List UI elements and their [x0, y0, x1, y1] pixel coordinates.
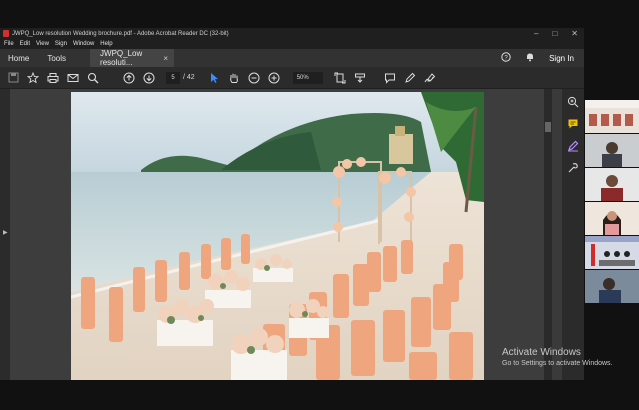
more-tools-icon[interactable]: [566, 161, 580, 175]
scrollbar-thumb[interactable]: [545, 122, 551, 132]
close-window-button[interactable]: ✕: [571, 29, 578, 38]
menu-bar: File Edit View Sign Window Help: [0, 39, 584, 49]
menu-sign[interactable]: Sign: [55, 41, 67, 47]
participant-video-tile[interactable]: [585, 100, 639, 133]
document-tab-label: JWPQ_Low resoluti...: [100, 49, 143, 67]
help-icon[interactable]: ?: [501, 52, 511, 64]
minimize-button[interactable]: –: [534, 29, 538, 38]
document-workarea: ▶: [0, 89, 584, 380]
right-tools-panel: [562, 89, 584, 380]
participant-video-tile[interactable]: [585, 270, 639, 303]
toolbar: 5 / 42 50%: [0, 67, 584, 89]
participant-video-tile[interactable]: [585, 202, 639, 235]
tab-document[interactable]: JWPQ_Low resoluti... ×: [90, 49, 175, 67]
comment-icon[interactable]: [566, 117, 580, 131]
wedding-beach-photo: [71, 92, 484, 380]
notifications-bell-icon[interactable]: [525, 52, 535, 64]
email-icon[interactable]: [66, 71, 80, 85]
window-controls: – □ ✕: [534, 28, 578, 39]
menu-edit[interactable]: Edit: [20, 41, 30, 47]
tab-tools[interactable]: Tools: [47, 54, 66, 63]
save-icon[interactable]: [6, 71, 20, 85]
activate-windows-subtitle: Go to Settings to activate Windows.: [502, 360, 613, 367]
search-icon[interactable]: [86, 71, 100, 85]
menu-help[interactable]: Help: [100, 41, 112, 47]
maximize-button[interactable]: □: [552, 29, 557, 38]
account-area: ? Sign In: [501, 49, 574, 67]
page-total: / 42: [183, 74, 195, 81]
vertical-scrollbar[interactable]: [544, 89, 552, 380]
fill-sign-icon[interactable]: [566, 139, 580, 153]
zoom-out-icon[interactable]: [247, 71, 261, 85]
menu-view[interactable]: View: [36, 41, 49, 47]
zoom-select[interactable]: 50%: [292, 71, 323, 84]
title-bar: JWPQ_Low resolution Wedding brochure.pdf…: [0, 28, 584, 39]
document-viewport[interactable]: [10, 89, 552, 380]
tab-home[interactable]: Home: [8, 54, 29, 63]
next-page-icon[interactable]: [142, 71, 156, 85]
screen: JWPQ_Low resolution Wedding brochure.pdf…: [0, 0, 639, 410]
pdf-app-icon: [3, 30, 9, 37]
comment-tool-icon[interactable]: [383, 71, 397, 85]
zoom-icon[interactable]: [566, 95, 580, 109]
tabs-bar: Home Tools JWPQ_Low resoluti... × ? Sign…: [0, 49, 584, 67]
hand-tool-icon[interactable]: [227, 71, 241, 85]
zoom-in-icon[interactable]: [267, 71, 281, 85]
video-participants-strip: [585, 100, 639, 304]
activate-windows-title: Activate Windows: [502, 347, 581, 358]
acrobat-window: JWPQ_Low resolution Wedding brochure.pdf…: [0, 28, 584, 380]
window-title: JWPQ_Low resolution Wedding brochure.pdf…: [12, 30, 229, 37]
page-number-input[interactable]: 5: [166, 71, 180, 84]
pdf-page-wedding-photo: [71, 92, 484, 380]
fit-page-icon[interactable]: [333, 71, 347, 85]
select-cursor-icon[interactable]: [207, 71, 221, 85]
left-panel-rail: ▶: [0, 89, 10, 380]
bookmark-star-icon[interactable]: [26, 71, 40, 85]
print-icon[interactable]: [46, 71, 60, 85]
participant-video-tile[interactable]: [585, 134, 639, 167]
participant-video-tile[interactable]: [585, 168, 639, 201]
activate-windows-watermark: Activate Windows Go to Settings to activ…: [502, 347, 613, 367]
expand-left-panel-icon[interactable]: ▶: [3, 229, 8, 236]
previous-page-icon[interactable]: [122, 71, 136, 85]
highlight-pen-icon[interactable]: [403, 71, 417, 85]
menu-window[interactable]: Window: [73, 41, 94, 47]
sign-icon[interactable]: [423, 71, 437, 85]
participant-video-tile[interactable]: [585, 236, 639, 269]
close-tab-button[interactable]: ×: [163, 54, 168, 63]
scroll-mode-icon[interactable]: [353, 71, 367, 85]
menu-file[interactable]: File: [4, 41, 14, 47]
sign-in-button[interactable]: Sign In: [549, 54, 574, 63]
